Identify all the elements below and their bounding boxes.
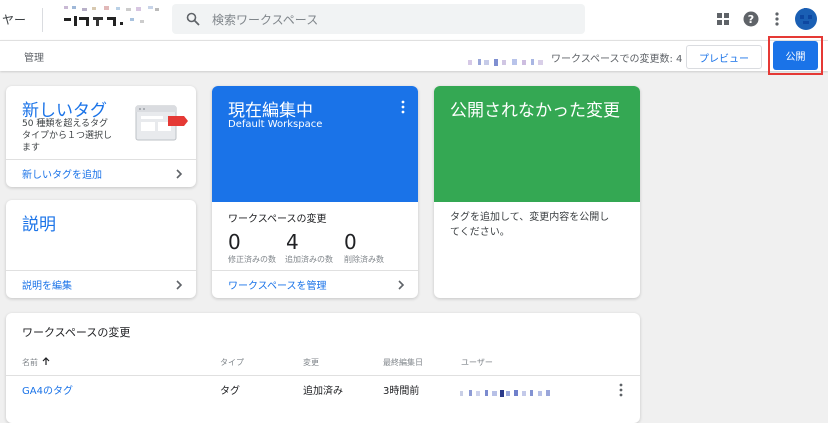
table-row-edited: 3時間前 — [383, 386, 420, 397]
workspace-name: Default Workspace — [228, 119, 323, 130]
svg-text:?: ? — [748, 13, 754, 26]
add-new-tag-label: 新しいタグを追加 — [22, 170, 102, 181]
column-header-last-edited[interactable]: 最終編集日 — [383, 357, 423, 368]
new-tag-desc-line: タイプから１つ選択し — [22, 131, 113, 141]
unpublished-message: タグを追加して、変更内容を公開し てください。 — [450, 210, 609, 240]
unpublished-title: 公開されなかった変更 — [450, 101, 620, 121]
table-row-type: タグ — [220, 386, 240, 397]
added-count: 4 — [286, 230, 299, 254]
column-header-name[interactable]: 名前 — [22, 357, 38, 368]
unpublished-changes-card: 公開されなかった変更 タグを追加して、変更内容を公開し てください。 — [434, 86, 640, 298]
add-new-tag-link[interactable]: 新しいタグを追加 — [6, 159, 196, 187]
preview-button[interactable]: プレビュー — [686, 45, 762, 69]
more-vert-icon[interactable] — [618, 383, 624, 397]
workspace-changes-label: ワークスペースの変更 — [228, 214, 327, 225]
table-row-user-redacted — [460, 383, 556, 397]
top-bar: ヤー 検索ワークスペース ? — [0, 0, 828, 40]
help-icon[interactable]: ? — [742, 10, 760, 28]
workspace-change-count: ワークスペースでの変更数: 4 — [551, 54, 683, 65]
workspace-changes-table: ワークスペースの変更 — [6, 313, 640, 423]
table-row-name-link[interactable]: GA4のタグ — [22, 382, 73, 397]
search-input[interactable]: 検索ワークスペース — [212, 11, 318, 28]
column-header-type[interactable]: タイプ — [220, 357, 244, 368]
current-workspace-card: 現在編集中 Default Workspace ワークスペースの変更 ワークスペ… — [212, 86, 418, 298]
deleted-count: 0 — [344, 230, 357, 254]
table-divider — [6, 375, 640, 376]
publish-button[interactable]: 公開 — [773, 41, 818, 70]
search-icon — [186, 12, 200, 26]
new-tag-description: 50 種類を超えるタグ タイプから１つ選択し ます — [22, 118, 122, 154]
column-header-change[interactable]: 変更 — [303, 357, 319, 368]
unpublished-message-line: タグを追加して、変更内容を公開し — [450, 212, 610, 223]
account-logo[interactable] — [58, 4, 162, 32]
added-label: 追加済みの数 — [285, 255, 333, 264]
column-header-user[interactable]: ユーザー — [461, 357, 493, 368]
description-title: 説明 — [22, 215, 56, 235]
new-tag-desc-line: 50 種類を超えるタグ — [22, 119, 109, 129]
more-vert-icon[interactable] — [400, 100, 406, 114]
description-card[interactable]: 説明 説明を編集 — [6, 200, 196, 298]
deleted-label: 削除済み数 — [344, 255, 384, 264]
more-vert-icon[interactable] — [768, 10, 786, 28]
workspace-toolbar: 管理 ワークスペースでの変更数: 4 プレビュー — [0, 40, 828, 71]
workspace-name-redacted — [468, 52, 544, 66]
table-row-change: 追加済み — [303, 386, 343, 397]
new-tag-card[interactable]: 新しいタグ 50 種類を超えるタグ タイプから１つ選択し ます 新しいタグを追加 — [6, 86, 196, 187]
search-bar[interactable]: 検索ワークスペース — [172, 4, 585, 34]
tag-illustration-icon — [134, 102, 190, 148]
divider — [42, 8, 43, 32]
arrow-up-icon[interactable] — [42, 357, 50, 366]
tab-manage[interactable]: 管理 — [24, 49, 44, 64]
edit-description-label: 説明を編集 — [22, 281, 72, 292]
avatar[interactable] — [794, 7, 818, 31]
chevron-right-icon — [398, 280, 405, 290]
manage-workspace-label: ワークスペースを管理 — [228, 281, 327, 292]
edit-description-link[interactable]: 説明を編集 — [6, 270, 196, 298]
manage-workspace-link[interactable]: ワークスペースを管理 — [212, 270, 418, 298]
breadcrumb-tail[interactable]: ヤー — [2, 11, 26, 28]
apps-grid-icon[interactable] — [714, 10, 732, 28]
modified-count: 0 — [228, 230, 241, 254]
table-title: ワークスペースの変更 — [22, 326, 131, 339]
unpublished-message-line: てください。 — [450, 227, 510, 238]
new-tag-desc-line: ます — [22, 143, 41, 153]
current-editing-title: 現在編集中 — [228, 101, 313, 121]
modified-label: 修正済みの数 — [228, 255, 276, 264]
chevron-right-icon — [176, 280, 183, 290]
chevron-right-icon — [176, 169, 183, 179]
